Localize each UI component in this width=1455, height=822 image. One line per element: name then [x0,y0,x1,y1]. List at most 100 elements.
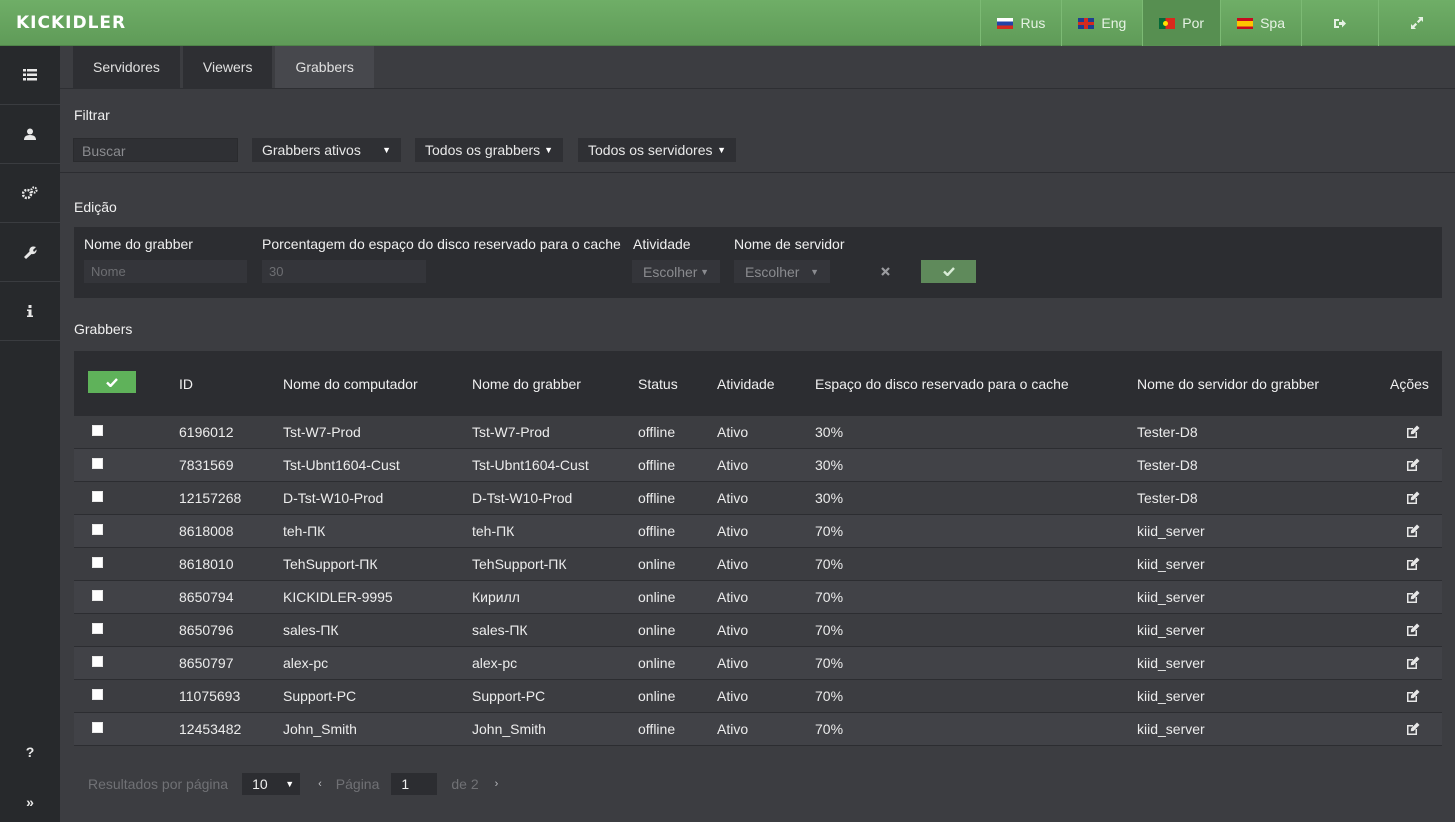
filter-title: Filtrar [74,107,110,123]
edit-icon[interactable] [1406,458,1420,472]
col-server[interactable]: Nome do servidor do grabber [1137,376,1319,392]
language-spa-button[interactable]: Spa [1220,0,1301,46]
settings-icon [22,186,38,200]
row-checkbox[interactable] [92,557,103,568]
fullscreen-button[interactable] [1378,0,1455,46]
table-row[interactable]: 12157268 D-Tst-W10-Prod D-Tst-W10-Prod offl… [74,482,1442,515]
server-select[interactable]: Escolher ▼ [734,260,830,283]
row-checkbox[interactable] [92,425,103,436]
sidebar-item-info[interactable] [0,282,60,341]
table-row[interactable]: 7831569 Tst-Ubnt1604-Cust Tst-Ubnt1604-Cus… [74,449,1442,482]
cell-computer: John_Smith [283,721,357,737]
cell-grabber: D-Tst-W10-Prod [472,490,573,506]
per-page-select[interactable]: 10 ▼ [242,773,301,795]
row-checkbox[interactable] [92,722,103,733]
cache-percent-input[interactable]: 30 [262,260,426,283]
table-row[interactable]: 8650796 sales-ПК sales-ПК online Ativo 70% kii… [74,614,1442,647]
col-computer[interactable]: Nome do computador [283,376,418,392]
cell-grabber: teh-ПК [472,523,515,539]
edit-icon[interactable] [1406,590,1420,604]
cell-computer: teh-ПК [283,523,326,539]
cancel-edit-button[interactable] [858,260,912,283]
cell-id: 8618010 [179,556,234,572]
select-all-button[interactable] [88,371,136,393]
cell-id: 12453482 [179,721,242,737]
row-checkbox[interactable] [92,458,103,469]
cell-grabber: Tst-W7-Prod [472,424,550,440]
table-row[interactable]: 8618010 TehSupport-ПК TehSupport-ПК online A… [74,548,1442,581]
cell-cache: 70% [815,589,844,605]
col-grabber[interactable]: Nome do grabber [472,376,581,392]
servers-filter-value: Todos os servidores [588,142,713,158]
grabbers-filter-select[interactable]: Todos os grabbers ▼ [415,138,563,162]
cell-activity: Ativo [717,556,749,572]
apply-edit-button[interactable] [921,260,976,283]
server-select-value: Escolher [745,263,800,280]
cell-id: 8650794 [179,589,234,605]
table-row[interactable]: 8650797 alex-pc alex-pc online Ativo 70% kiid_… [74,647,1442,680]
sidebar-item-settings[interactable] [0,164,60,223]
language-eng-button[interactable]: Eng [1061,0,1142,46]
sidebar-item-list[interactable] [0,46,60,105]
language-rus-button[interactable]: Rus [980,0,1061,46]
language-label: Eng [1101,15,1127,31]
table-row[interactable]: 8650794 KICKIDLER-9995 Кирилл online Ativo 70… [74,581,1442,614]
table-row[interactable]: 11075693 Support-PC Support-PC online Ativo 7… [74,680,1442,713]
language-label: Rus [1020,15,1046,31]
sidebar-item-tools[interactable] [0,223,60,282]
cell-status: online [638,688,676,704]
row-checkbox[interactable] [92,590,103,601]
cell-status: offline [638,490,676,506]
edit-icon[interactable] [1406,722,1420,736]
table-row[interactable]: 6196012 Tst-W7-Prod Tst-W7-Prod offline Ativ… [74,416,1442,449]
table-row[interactable]: 8618008 teh-ПК teh-ПК offline Ativo 70% kiid_s… [74,515,1442,548]
edit-icon[interactable] [1406,623,1420,637]
cell-cache: 30% [815,457,844,473]
page-number-input[interactable]: 1 [391,773,438,795]
servers-filter-select[interactable]: Todos os servidores ▼ [578,138,736,162]
edit-icon[interactable] [1406,524,1420,538]
cell-activity: Ativo [717,424,749,440]
col-id[interactable]: ID [179,376,193,392]
col-activity[interactable]: Atividade [717,376,775,392]
app-logo[interactable]: KICKIDLER [16,13,126,33]
table-row[interactable]: 12453482 John_Smith John_Smith offline Ativo… [74,713,1442,746]
caret-down-icon: ▼ [544,145,553,155]
row-checkbox[interactable] [92,623,103,634]
cell-grabber: Кирилл [472,589,520,605]
col-actions: Ações [1390,376,1429,392]
help-button[interactable]: ? [0,744,60,760]
activity-select[interactable]: Escolher ▼ [632,260,720,283]
cell-server: kiid_server [1137,556,1205,572]
row-checkbox[interactable] [92,656,103,667]
cell-status: online [638,589,676,605]
tab-grabbers[interactable]: Grabbers [275,46,374,88]
language-por-button[interactable]: Por [1142,0,1221,46]
next-page-button[interactable]: › [495,778,499,790]
edit-icon[interactable] [1406,491,1420,505]
cell-server: kiid_server [1137,589,1205,605]
edit-icon[interactable] [1406,656,1420,670]
row-checkbox[interactable] [92,524,103,535]
cell-activity: Ativo [717,490,749,506]
edit-icon[interactable] [1406,689,1420,703]
cell-computer: KICKIDLER-9995 [283,589,393,605]
col-status[interactable]: Status [638,376,678,392]
edit-icon[interactable] [1406,557,1420,571]
wrench-icon [23,245,37,259]
row-checkbox[interactable] [92,491,103,502]
tab-servidores[interactable]: Servidores [73,46,180,88]
col-cache[interactable]: Espaço do disco reservado para o cache [815,376,1069,392]
table-body: 6196012 Tst-W7-Prod Tst-W7-Prod offline Ativ… [74,416,1442,746]
search-input[interactable]: Buscar [73,138,238,162]
edit-icon[interactable] [1406,425,1420,439]
expand-sidebar-button[interactable]: » [0,794,60,810]
sidebar-item-users[interactable] [0,105,60,164]
prev-page-button[interactable]: ‹ [318,778,322,790]
logout-button[interactable] [1301,0,1378,46]
grabber-name-input[interactable]: Nome [84,260,247,283]
status-filter-select[interactable]: Grabbers ativos ▼ [252,138,401,162]
tab-viewers[interactable]: Viewers [182,46,273,88]
row-checkbox[interactable] [92,689,103,700]
cache-label: Porcentagem do espaço do disco reservado… [262,236,621,252]
